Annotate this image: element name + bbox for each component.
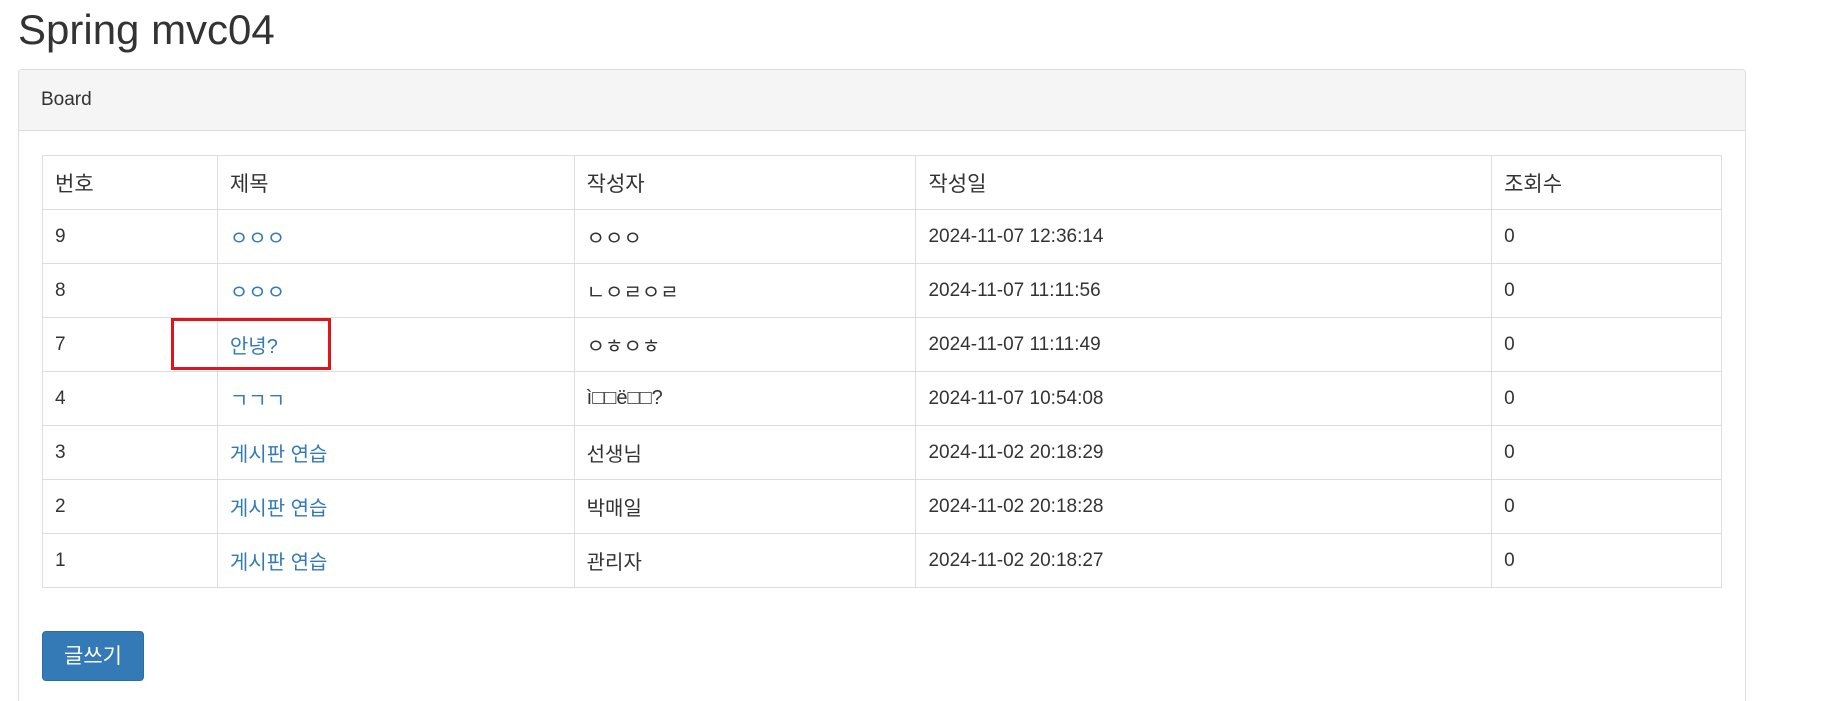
row-title-cell: 게시판 연습 (216, 479, 575, 534)
row-writer: ㅇㅎㅇㅎ (573, 317, 917, 372)
post-title-link[interactable]: ㄱㄱㄱ (230, 390, 285, 412)
table-row: 1 게시판 연습 관리자 2024-11-02 20:18:27 0 (42, 533, 1722, 588)
row-title-cell: ㅇㅇㅇ (216, 263, 575, 318)
table-row: 2 게시판 연습 박매일 2024-11-02 20:18:28 0 (42, 479, 1722, 534)
row-view-count: 0 (1491, 479, 1722, 534)
page: Spring mvc04 Board 번호 제목 작성자 작성일 조회수 9 ㅇ… (0, 0, 1823, 701)
row-writer: 선생님 (573, 425, 917, 480)
row-number: 2 (42, 479, 218, 534)
post-title-link[interactable]: 게시판 연습 (230, 444, 328, 466)
row-date: 2024-11-07 11:11:56 (915, 263, 1493, 318)
header-writer: 작성자 (573, 155, 917, 210)
header-title: 제목 (216, 155, 575, 210)
row-number: 3 (42, 425, 218, 480)
row-title-cell: 게시판 연습 (216, 425, 575, 480)
table-header-row: 번호 제목 작성자 작성일 조회수 (42, 155, 1722, 210)
row-view-count: 0 (1491, 533, 1722, 588)
page-title: Spring mvc04 (18, 6, 275, 53)
row-title-cell: 게시판 연습 (216, 533, 575, 588)
row-view-count: 0 (1491, 317, 1722, 372)
table-row: 7 안녕? ㅇㅎㅇㅎ 2024-11-07 11:11:49 0 (42, 317, 1722, 372)
post-title-link[interactable]: 안녕? (230, 336, 278, 358)
post-title-link[interactable]: ㅇㅇㅇ (230, 282, 285, 304)
table-row: 9 ㅇㅇㅇ ㅇㅇㅇ 2024-11-07 12:36:14 0 (42, 209, 1722, 264)
header-number: 번호 (42, 155, 218, 210)
row-title-cell: ㅇㅇㅇ (216, 209, 575, 264)
row-view-count: 0 (1491, 425, 1722, 480)
row-writer: 관리자 (573, 533, 917, 588)
post-title-link[interactable]: 게시판 연습 (230, 498, 328, 520)
board-panel: Board 번호 제목 작성자 작성일 조회수 9 ㅇㅇㅇ ㅇㅇㅇ 2024-1… (18, 69, 1746, 701)
board-table: 번호 제목 작성자 작성일 조회수 9 ㅇㅇㅇ ㅇㅇㅇ 2024-11-07 1… (42, 155, 1722, 588)
header-view-count: 조회수 (1491, 155, 1722, 210)
row-title-cell: ㄱㄱㄱ (216, 371, 575, 426)
table-row: 3 게시판 연습 선생님 2024-11-02 20:18:29 0 (42, 425, 1722, 480)
row-view-count: 0 (1491, 263, 1722, 318)
table-row: 4 ㄱㄱㄱ ì□□ë□□? 2024-11-07 10:54:08 0 (42, 371, 1722, 426)
row-writer: ì□□ë□□? (573, 371, 917, 426)
row-view-count: 0 (1491, 371, 1722, 426)
row-date: 2024-11-02 20:18:29 (915, 425, 1493, 480)
row-date: 2024-11-07 10:54:08 (915, 371, 1493, 426)
row-number: 9 (42, 209, 218, 264)
row-date: 2024-11-07 11:11:49 (915, 317, 1493, 372)
row-number: 1 (42, 533, 218, 588)
row-date: 2024-11-07 12:36:14 (915, 209, 1493, 264)
row-view-count: 0 (1491, 209, 1722, 264)
post-title-link[interactable]: 게시판 연습 (230, 552, 328, 574)
row-number: 8 (42, 263, 218, 318)
post-title-link[interactable]: ㅇㅇㅇ (230, 228, 285, 250)
write-post-button[interactable]: 글쓰기 (42, 631, 144, 681)
row-date: 2024-11-02 20:18:28 (915, 479, 1493, 534)
row-title-cell: 안녕? (216, 317, 575, 372)
row-date: 2024-11-02 20:18:27 (915, 533, 1493, 588)
row-number: 4 (42, 371, 218, 426)
header-date: 작성일 (915, 155, 1493, 210)
panel-heading: Board (19, 70, 1745, 131)
row-writer: 박매일 (573, 479, 917, 534)
row-writer: ㄴㅇㄹㅇㄹ (573, 263, 917, 318)
row-number: 7 (42, 317, 218, 372)
row-writer: ㅇㅇㅇ (573, 209, 917, 264)
table-row: 8 ㅇㅇㅇ ㄴㅇㄹㅇㄹ 2024-11-07 11:11:56 0 (42, 263, 1722, 318)
